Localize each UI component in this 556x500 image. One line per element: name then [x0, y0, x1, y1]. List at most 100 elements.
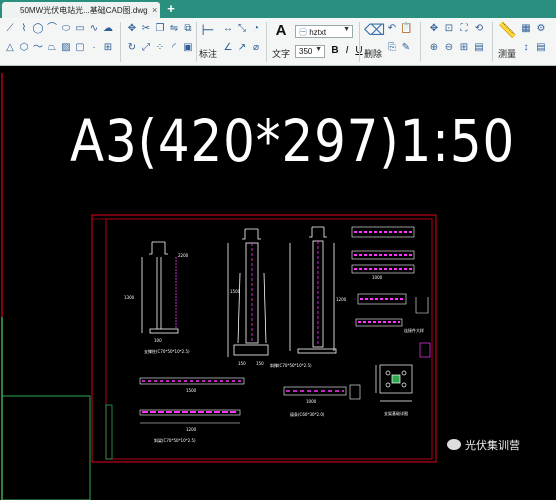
rectangle-icon[interactable]: ▭: [74, 23, 86, 35]
italic-button[interactable]: I: [341, 45, 353, 57]
green-sheet-border: [1, 395, 91, 500]
beam-details: [139, 377, 245, 424]
label-foundation: 支架基础详图: [384, 410, 408, 416]
zoom-window-icon[interactable]: ⊡: [443, 23, 455, 35]
block-icon[interactable]: ⊞: [102, 42, 114, 54]
title-tab-bar: 50MW光伏电站光...基础CAD图.dwg × +: [0, 0, 556, 18]
trapezoid-icon[interactable]: ⏢: [46, 42, 58, 54]
bold-button[interactable]: B: [329, 45, 341, 57]
purlin-detail: [283, 384, 361, 400]
fillet-icon[interactable]: ◜: [168, 42, 180, 54]
separator: [120, 22, 121, 62]
separator: [420, 22, 421, 62]
aligned-dim-icon[interactable]: ⤡: [236, 23, 248, 35]
grid-icon[interactable]: ⊞: [458, 42, 470, 54]
watermark: 光伏集训营: [447, 437, 520, 453]
wave-icon[interactable]: 〜: [32, 42, 44, 54]
leader-icon[interactable]: ↗: [236, 42, 248, 54]
mirror-icon[interactable]: ⇋: [168, 23, 180, 35]
dim-150-b: 150: [256, 361, 264, 366]
clipboard-icon[interactable]: ⎘: [386, 42, 398, 54]
dim-1300: 1300: [124, 295, 135, 300]
measure-icon[interactable]: 📏: [498, 22, 517, 40]
separator: [196, 22, 197, 62]
array-icon[interactable]: ⁘: [154, 42, 166, 54]
plate-details: [351, 226, 429, 327]
label-beam: 斜梁(C70*50*10*2.5): [154, 437, 196, 443]
close-icon[interactable]: ×: [152, 5, 157, 15]
pan-icon[interactable]: ✥: [428, 23, 440, 35]
text-label[interactable]: 文字: [272, 47, 290, 60]
angular-dim-icon[interactable]: ∠: [222, 42, 234, 54]
sheet-outer-frame: [91, 214, 437, 463]
image-icon[interactable]: ▣: [182, 42, 194, 54]
chevron-down-icon: ▼: [343, 26, 350, 33]
document-tab[interactable]: 50MW光伏电站光...基础CAD图.dwg ×: [2, 2, 160, 18]
zoom-extents-icon[interactable]: ⛶: [458, 23, 470, 35]
paste-icon[interactable]: 📋: [400, 23, 412, 35]
support-column-detail: [141, 241, 179, 334]
spline-icon[interactable]: ∿: [88, 23, 100, 35]
hatch-icon[interactable]: ▨: [60, 42, 72, 54]
label-support-column: 支撑柱(C70*50*10*2.5): [144, 348, 190, 354]
chevron-down-icon: ▼: [315, 46, 322, 53]
label-brace: 斜撑(C70*50*10*2.5): [270, 362, 312, 368]
ribbon-toolbar: ⟋ ⌇ ◯ ⌒ ⬭ ▭ ∿ ☁ △ ⬡ 〜 ⏢ ▨ ▢ · ⊞ ✥ ✂ ❐ ⇋ …: [0, 18, 556, 66]
triangle-icon[interactable]: △: [4, 42, 16, 54]
move-icon[interactable]: ✥: [126, 23, 138, 35]
region-icon[interactable]: ▢: [74, 42, 86, 54]
separator: [492, 22, 493, 62]
trim-icon[interactable]: ✂: [140, 23, 152, 35]
linear-dim-icon[interactable]: ↔: [222, 23, 234, 35]
layer-icon[interactable]: ▤: [473, 42, 485, 54]
ellipse-icon[interactable]: ⬭: [60, 23, 72, 35]
dim-100: 100: [154, 338, 162, 343]
match-properties-icon[interactable]: ✎: [400, 42, 412, 54]
area-icon[interactable]: ▦: [520, 23, 532, 35]
calculator-icon[interactable]: ▤: [535, 42, 547, 54]
point-icon[interactable]: ·: [88, 42, 100, 54]
zoom-in-icon[interactable]: ⊕: [428, 42, 440, 54]
polyline-icon[interactable]: ⌇: [18, 23, 30, 35]
wechat-logo-icon: [447, 439, 461, 450]
settings-icon[interactable]: ⚙: [535, 23, 547, 35]
cad-drawing: 支撑柱(C70*50*10*2.5) 斜撑(C70*50*10*2.5) 斜梁(…: [1, 73, 437, 500]
text-icon[interactable]: A: [272, 22, 290, 40]
dim-beam-1200: 1200: [186, 427, 197, 432]
offset-icon[interactable]: ⧉: [182, 23, 194, 35]
undo-icon[interactable]: ↶: [386, 23, 398, 35]
dim-plate-1000: 1000: [372, 275, 383, 280]
distance-icon[interactable]: ↕: [520, 42, 532, 54]
dim-1500: 1500: [230, 289, 241, 294]
circle-icon[interactable]: ◯: [32, 23, 44, 35]
diameter-dim-icon[interactable]: ⌀: [250, 42, 262, 54]
line-icon[interactable]: ⟋: [4, 23, 16, 35]
label-purlin: 檩条(C60*30*2.0): [290, 411, 325, 417]
dimension-label[interactable]: 标注: [199, 47, 217, 60]
drawing-canvas[interactable]: A3(420*297)1:50 支撑柱(C70*50*10*2.5) 斜撑(C7…: [0, 67, 556, 500]
scale-icon[interactable]: ⤢: [140, 42, 152, 54]
eraser-icon[interactable]: ⌫: [364, 22, 385, 40]
delete-label[interactable]: 删除: [364, 47, 382, 60]
polygon-icon[interactable]: ⬡: [18, 42, 30, 54]
text-size-value: 350: [299, 47, 313, 56]
dim-beam-1500: 1500: [186, 388, 197, 393]
title-block-strip: [105, 404, 113, 460]
label-connector: 连接件大样: [404, 327, 424, 333]
measure-label[interactable]: 测量: [498, 47, 516, 60]
font-select[interactable]: ㊀ hztxt ▼: [295, 25, 353, 38]
arc-icon[interactable]: ⌒: [46, 23, 58, 35]
dim-purlin-1000: 1000: [306, 399, 317, 404]
copy-icon[interactable]: ❐: [154, 23, 166, 35]
dimension-icon[interactable]: ⊢: [199, 22, 217, 40]
add-tab-button[interactable]: +: [164, 2, 178, 16]
rotate-icon[interactable]: ↻: [126, 42, 138, 54]
revcloud-icon[interactable]: ☁: [102, 23, 114, 35]
radius-dim-icon[interactable]: ◔: [250, 23, 262, 35]
regen-icon[interactable]: ⟲: [473, 23, 485, 35]
dim-1200: 1200: [336, 297, 347, 302]
separator: [359, 22, 360, 62]
text-size-select[interactable]: 350 ▼: [295, 45, 325, 58]
watermark-text: 光伏集训营: [465, 440, 520, 452]
zoom-out-icon[interactable]: ⊖: [443, 42, 455, 54]
